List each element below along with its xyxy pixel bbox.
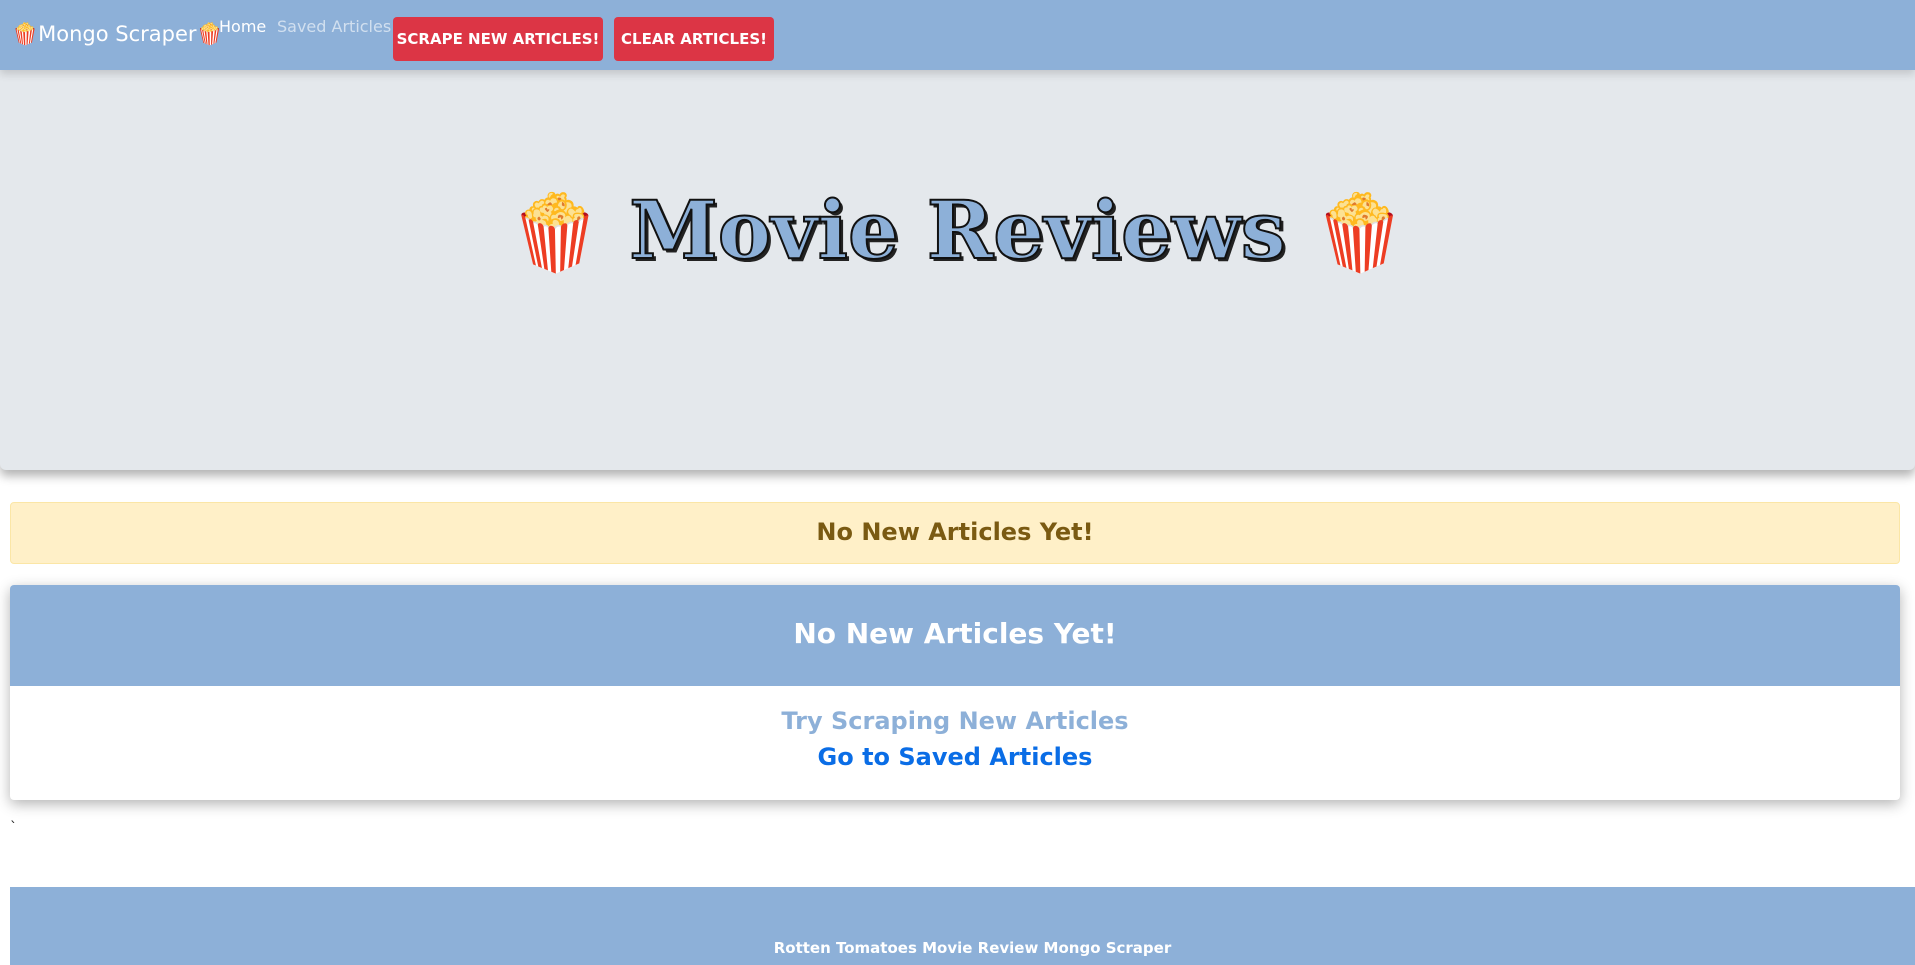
- popcorn-icon: 🍿: [509, 190, 602, 276]
- hero-title-text: Movie Reviews: [628, 182, 1287, 278]
- brand-title: Mongo Scraper: [38, 22, 197, 46]
- brand[interactable]: 🍿Mongo Scraper🍿: [12, 20, 223, 48]
- card-header: No New Articles Yet!: [10, 585, 1900, 686]
- no-articles-alert: No New Articles Yet!: [10, 502, 1900, 564]
- nav-saved-articles-link[interactable]: Saved Articles: [277, 16, 391, 38]
- try-scraping-link[interactable]: Try Scraping New Articles: [10, 705, 1900, 737]
- go-to-saved-articles-link[interactable]: Go to Saved Articles: [10, 741, 1900, 773]
- footer: Rotten Tomatoes Movie Review Mongo Scrap…: [10, 887, 1915, 965]
- popcorn-icon: 🍿: [12, 22, 39, 46]
- nav-home-link[interactable]: Home: [219, 16, 266, 38]
- hero-title: 🍿 Movie Reviews 🍿: [0, 180, 1915, 283]
- stray-character: `: [10, 820, 17, 836]
- scrape-new-articles-button[interactable]: SCRAPE NEW ARTICLES!: [393, 17, 603, 61]
- footer-text: Rotten Tomatoes Movie Review Mongo Scrap…: [773, 939, 1172, 957]
- clear-articles-button[interactable]: CLEAR ARTICLES!: [614, 17, 774, 61]
- popcorn-icon: 🍿: [1313, 190, 1406, 276]
- empty-state-card: No New Articles Yet! Try Scraping New Ar…: [10, 585, 1900, 800]
- hero-jumbotron: 🍿 Movie Reviews 🍿: [0, 70, 1915, 470]
- navbar: 🍿Mongo Scraper🍿 Home Saved Articles SCRA…: [0, 0, 1915, 70]
